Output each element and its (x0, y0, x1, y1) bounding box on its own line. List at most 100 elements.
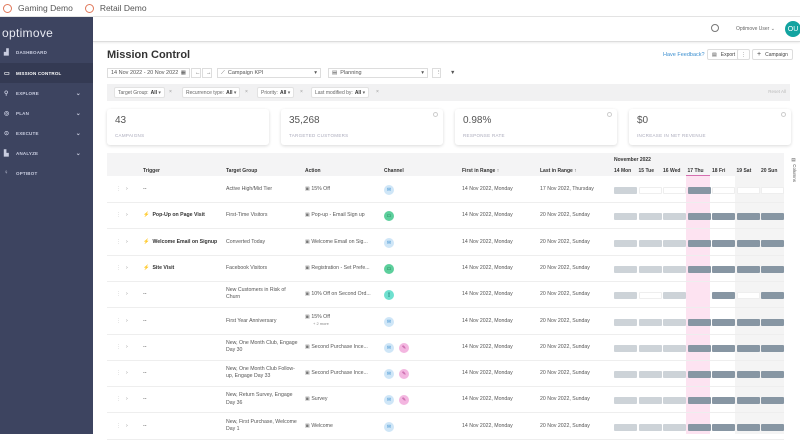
gantt-bar[interactable] (761, 239, 784, 247)
gantt-bar[interactable] (663, 213, 686, 221)
gantt-bar[interactable] (614, 318, 637, 326)
drag-handle-icon[interactable]: ⋮ (116, 370, 121, 377)
gantt-bar[interactable] (761, 265, 784, 273)
gantt-bar[interactable] (663, 265, 686, 273)
avatar[interactable]: OU (785, 21, 800, 37)
add-campaign-button[interactable]: + Campaign (752, 49, 793, 60)
sidebar-item-dashboard[interactable]: ▟ DASHBOARD (0, 42, 93, 62)
gantt-bar[interactable] (712, 371, 735, 379)
sidebar-item-mission-control[interactable]: ▭ MISSION CONTROL (0, 63, 93, 83)
gantt-bar[interactable] (614, 265, 637, 273)
gantt-bar[interactable] (663, 318, 686, 326)
gantt-bar[interactable] (614, 292, 637, 300)
gantt-bar[interactable] (687, 318, 711, 326)
gantt-bar[interactable] (614, 213, 637, 221)
gantt-bar[interactable] (761, 213, 784, 221)
gantt-bar[interactable] (736, 213, 760, 221)
table-row[interactable]: ⋮ › -- New Customers in Risk of Churn ▣ … (107, 282, 784, 309)
tab-gaming-demo[interactable]: Gaming Demo (3, 3, 73, 13)
gantt-bar[interactable] (663, 397, 686, 405)
gantt-bar[interactable] (712, 239, 735, 247)
view-select[interactable]: ▤ Planning ▾ (328, 68, 428, 78)
sidebar-item-explore[interactable]: ⚲ EXPLORE ⌄ (0, 83, 93, 103)
gantt-bar[interactable] (663, 239, 686, 247)
filter-icon[interactable]: ▼ (447, 68, 458, 78)
gantt-bar[interactable] (712, 292, 735, 300)
drag-handle-icon[interactable]: ⋮ (116, 265, 121, 272)
next-button[interactable]: → (202, 68, 212, 78)
gantt-bar[interactable] (638, 344, 662, 352)
gantt-bar[interactable] (736, 397, 760, 405)
table-row[interactable]: ⋮ › ⚡ Site Visit Facebook Visitors ▣ Regi… (107, 256, 784, 282)
drag-handle-icon[interactable]: ⋮ (116, 186, 121, 193)
gantt-bar[interactable] (736, 344, 760, 352)
table-row[interactable]: ⋮ › -- New, Return Survey, Engage Day 36… (107, 387, 784, 414)
gantt-bar[interactable] (712, 265, 735, 273)
drag-handle-icon[interactable]: ⋮ (116, 212, 121, 219)
drag-handle-icon[interactable]: ⋮ (116, 239, 121, 246)
user-menu[interactable]: Optimove User ⌄ (736, 26, 775, 32)
info-icon[interactable] (433, 112, 438, 117)
clear-icon[interactable]: × (376, 89, 379, 95)
gantt-bar[interactable] (614, 239, 637, 247)
col-trigger[interactable]: Trigger (143, 168, 160, 174)
gantt-bar[interactable] (736, 371, 760, 379)
table-row[interactable]: ⋮ › -- New, First Purchase, Welcome Day … (107, 414, 784, 440)
gantt-bar[interactable] (614, 423, 637, 431)
gantt-bar[interactable] (638, 265, 662, 273)
gantt-bar[interactable] (638, 239, 662, 247)
gantt-bar[interactable] (761, 423, 784, 431)
drag-handle-icon[interactable]: ⋮ (116, 423, 121, 430)
gantt-bar[interactable] (712, 344, 735, 352)
sidebar-item-plan[interactable]: ◎ PLAN ⌄ (0, 103, 93, 123)
gantt-bar[interactable] (736, 265, 760, 273)
date-range-picker[interactable]: 14 Nov 2022 - 20 Nov 2022 ▦ (107, 68, 190, 78)
col-target-group[interactable]: Target Group (226, 168, 257, 174)
drag-handle-icon[interactable]: ⋮ (116, 318, 121, 325)
gantt-bar[interactable] (687, 265, 711, 273)
info-icon[interactable] (607, 112, 612, 117)
expand-chevron-icon[interactable]: › (126, 239, 128, 246)
expand-chevron-icon[interactable]: › (126, 186, 128, 193)
gantt-bar[interactable] (712, 397, 735, 405)
gantt-bar[interactable] (712, 213, 735, 221)
gantt-bar[interactable] (687, 213, 711, 221)
expand-chevron-icon[interactable]: › (126, 396, 128, 403)
gantt-bar[interactable] (663, 423, 686, 431)
gantt-bar[interactable] (638, 371, 662, 379)
filter-target-group[interactable]: Target Group: All ▾ (114, 87, 165, 98)
clear-icon[interactable]: × (245, 89, 248, 95)
gantt-bar[interactable] (687, 187, 711, 194)
expand-chevron-icon[interactable]: › (126, 212, 128, 219)
gantt-bar[interactable] (761, 344, 784, 352)
help-icon[interactable] (711, 24, 719, 32)
sidebar-item-optibot[interactable]: ♀ OPTIBOT (0, 163, 93, 183)
gantt-bar[interactable] (761, 318, 784, 326)
gantt-bar[interactable] (614, 397, 637, 405)
gantt-bar[interactable] (736, 239, 760, 247)
table-row[interactable]: ⋮ › -- Active High/Mid Tier ▣ 15% Off 14… (107, 177, 784, 203)
drag-handle-icon[interactable]: ⋮ (116, 344, 121, 351)
gantt-bar[interactable] (712, 423, 735, 431)
filter-priority[interactable]: Priority: All ▾ (257, 87, 295, 98)
drag-handle-icon[interactable]: ⋮ (116, 291, 121, 298)
drag-handle-icon[interactable]: ⋮ (116, 396, 121, 403)
clear-icon[interactable]: × (300, 89, 303, 95)
gantt-bar[interactable] (687, 344, 711, 352)
gantt-bar[interactable] (614, 371, 637, 379)
prev-button[interactable]: ← (191, 68, 201, 78)
table-row[interactable]: ⋮ › ⚡ Welcome Email on Signup Converted T… (107, 230, 784, 256)
more-button[interactable]: ⋮ (737, 49, 750, 60)
filter-recurrence-type[interactable]: Recurrence type: All ▾ (182, 87, 241, 98)
expand-chevron-icon[interactable]: › (126, 291, 128, 298)
gantt-bar[interactable] (638, 423, 662, 431)
gantt-bar[interactable] (761, 292, 784, 300)
gantt-bar[interactable] (663, 344, 686, 352)
columns-panel-toggle[interactable]: ▤ Columns (785, 158, 797, 182)
sidebar-item-execute[interactable]: ⊙ EXECUTE ⌄ (0, 123, 93, 143)
gantt-bar[interactable] (687, 371, 711, 379)
info-icon[interactable] (781, 112, 786, 117)
col-channel[interactable]: Channel (384, 168, 404, 174)
feedback-link[interactable]: Have Feedback? (663, 52, 705, 58)
gantt-bar[interactable] (663, 292, 686, 300)
